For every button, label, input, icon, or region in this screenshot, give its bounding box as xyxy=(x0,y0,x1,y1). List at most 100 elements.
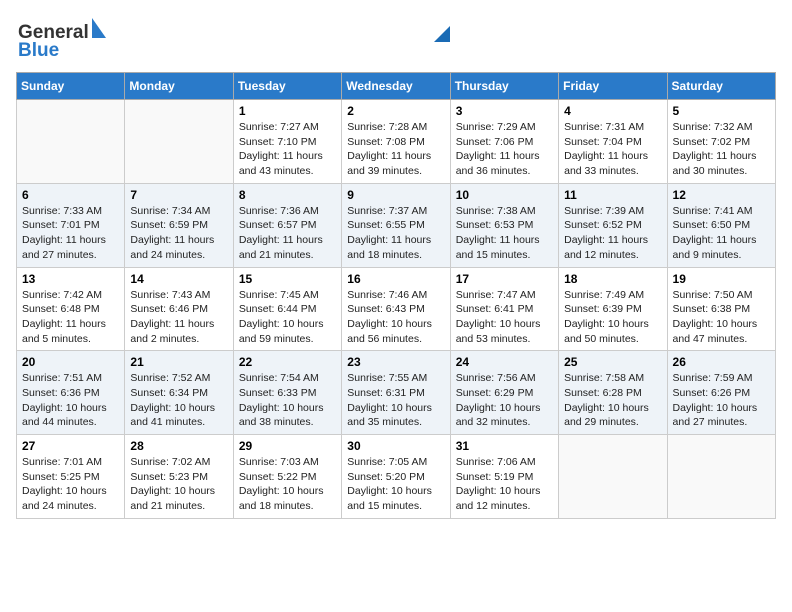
day-number: 1 xyxy=(239,104,336,118)
day-number: 10 xyxy=(456,188,553,202)
calendar-cell: 12 Sunrise: 7:41 AM Sunset: 6:50 PM Dayli… xyxy=(667,183,775,267)
col-tuesday: Tuesday xyxy=(233,73,341,100)
cell-info: Sunrise: 7:03 AM Sunset: 5:22 PM Dayligh… xyxy=(239,455,336,514)
day-number: 17 xyxy=(456,272,553,286)
day-number: 31 xyxy=(456,439,553,453)
calendar-cell: 19 Sunrise: 7:50 AM Sunset: 6:38 PM Dayli… xyxy=(667,267,775,351)
day-number: 26 xyxy=(673,355,770,369)
col-monday: Monday xyxy=(125,73,233,100)
cell-info: Sunrise: 7:49 AM Sunset: 6:39 PM Dayligh… xyxy=(564,288,661,347)
cell-info: Sunrise: 7:52 AM Sunset: 6:34 PM Dayligh… xyxy=(130,371,227,430)
day-number: 29 xyxy=(239,439,336,453)
calendar-cell: 25 Sunrise: 7:58 AM Sunset: 6:28 PM Dayli… xyxy=(559,351,667,435)
calendar-cell: 5 Sunrise: 7:32 AM Sunset: 7:02 PM Daylig… xyxy=(667,100,775,184)
day-number: 15 xyxy=(239,272,336,286)
calendar-cell: 4 Sunrise: 7:31 AM Sunset: 7:04 PM Daylig… xyxy=(559,100,667,184)
calendar-cell: 24Sunrise: 7:56 AM Sunset: 6:29 PM Dayli… xyxy=(450,351,558,435)
cell-info: Sunrise: 7:28 AM Sunset: 7:08 PM Dayligh… xyxy=(347,120,444,179)
cell-info: Sunrise: 7:58 AM Sunset: 6:28 PM Dayligh… xyxy=(564,371,661,430)
day-number: 9 xyxy=(347,188,444,202)
day-number: 11 xyxy=(564,188,661,202)
calendar-cell: 11 Sunrise: 7:39 AM Sunset: 6:52 PM Dayli… xyxy=(559,183,667,267)
calendar-cell: 2 Sunrise: 7:28 AM Sunset: 7:08 PM Daylig… xyxy=(342,100,450,184)
day-number: 21 xyxy=(130,355,227,369)
day-number: 7 xyxy=(130,188,227,202)
day-number: 27 xyxy=(22,439,119,453)
cell-info: Sunrise: 7:59 AM Sunset: 6:26 PM Dayligh… xyxy=(673,371,770,430)
cell-info: Sunrise: 7:38 AM Sunset: 6:53 PM Dayligh… xyxy=(456,204,553,263)
day-number: 30 xyxy=(347,439,444,453)
calendar-cell xyxy=(559,435,667,519)
col-wednesday: Wednesday xyxy=(342,73,450,100)
calendar-cell: 22 Sunrise: 7:54 AM Sunset: 6:33 PM Dayli… xyxy=(233,351,341,435)
col-sunday: Sunday xyxy=(17,73,125,100)
day-number: 23 xyxy=(347,355,444,369)
cell-info: Sunrise: 7:39 AM Sunset: 6:52 PM Dayligh… xyxy=(564,204,661,263)
cell-info: Sunrise: 7:41 AM Sunset: 6:50 PM Dayligh… xyxy=(673,204,770,263)
calendar-week-row: 1 Sunrise: 7:27 AM Sunset: 7:10 PM Daylig… xyxy=(17,100,776,184)
day-number: 6 xyxy=(22,188,119,202)
calendar-cell: 14 Sunrise: 7:43 AM Sunset: 6:46 PM Dayli… xyxy=(125,267,233,351)
cell-info: Sunrise: 7:50 AM Sunset: 6:38 PM Dayligh… xyxy=(673,288,770,347)
cell-info: Sunrise: 7:06 AM Sunset: 5:19 PM Dayligh… xyxy=(456,455,553,514)
day-number: 28 xyxy=(130,439,227,453)
day-number: 22 xyxy=(239,355,336,369)
page: General Blue Sunday Monday Tue xyxy=(0,0,792,535)
cell-info: Sunrise: 7:45 AM Sunset: 6:44 PM Dayligh… xyxy=(239,288,336,347)
day-number: 14 xyxy=(130,272,227,286)
cell-info: Sunrise: 7:54 AM Sunset: 6:33 PM Dayligh… xyxy=(239,371,336,430)
calendar-week-row: 20 Sunrise: 7:51 AM Sunset: 6:36 PM Dayli… xyxy=(17,351,776,435)
calendar-table: Sunday Monday Tuesday Wednesday Thursday… xyxy=(16,72,776,519)
svg-text:Blue: Blue xyxy=(18,40,59,60)
cell-info: Sunrise: 7:32 AM Sunset: 7:02 PM Dayligh… xyxy=(673,120,770,179)
cell-info: Sunrise: 7:01 AM Sunset: 5:25 PM Dayligh… xyxy=(22,455,119,514)
cell-info: Sunrise: 7:33 AM Sunset: 7:01 PM Dayligh… xyxy=(22,204,119,263)
calendar-cell: 27 Sunrise: 7:01 AM Sunset: 5:25 PM Dayli… xyxy=(17,435,125,519)
day-number: 5 xyxy=(673,104,770,118)
day-number: 25 xyxy=(564,355,661,369)
calendar-cell: 29 Sunrise: 7:03 AM Sunset: 5:22 PM Dayli… xyxy=(233,435,341,519)
calendar-cell: 6 Sunrise: 7:33 AM Sunset: 7:01 PM Daylig… xyxy=(17,183,125,267)
calendar-header-row: Sunday Monday Tuesday Wednesday Thursday… xyxy=(17,73,776,100)
calendar-week-row: 27 Sunrise: 7:01 AM Sunset: 5:25 PM Dayli… xyxy=(17,435,776,519)
day-number: 13 xyxy=(22,272,119,286)
calendar-cell xyxy=(667,435,775,519)
day-number: 2 xyxy=(347,104,444,118)
calendar-cell: 7Sunrise: 7:34 AM Sunset: 6:59 PM Daylig… xyxy=(125,183,233,267)
calendar-week-row: 6 Sunrise: 7:33 AM Sunset: 7:01 PM Daylig… xyxy=(17,183,776,267)
calendar-cell: 10 Sunrise: 7:38 AM Sunset: 6:53 PM Dayli… xyxy=(450,183,558,267)
calendar-cell xyxy=(17,100,125,184)
cell-info: Sunrise: 7:55 AM Sunset: 6:31 PM Dayligh… xyxy=(347,371,444,430)
day-number: 12 xyxy=(673,188,770,202)
header: General Blue xyxy=(16,16,776,60)
cell-info: Sunrise: 7:31 AM Sunset: 7:04 PM Dayligh… xyxy=(564,120,661,179)
calendar-cell: 1 Sunrise: 7:27 AM Sunset: 7:10 PM Daylig… xyxy=(233,100,341,184)
calendar-cell: 9Sunrise: 7:37 AM Sunset: 6:55 PM Daylig… xyxy=(342,183,450,267)
calendar-cell: 30 Sunrise: 7:05 AM Sunset: 5:20 PM Dayli… xyxy=(342,435,450,519)
cell-info: Sunrise: 7:43 AM Sunset: 6:46 PM Dayligh… xyxy=(130,288,227,347)
cell-info: Sunrise: 7:27 AM Sunset: 7:10 PM Dayligh… xyxy=(239,120,336,179)
cell-info: Sunrise: 7:29 AM Sunset: 7:06 PM Dayligh… xyxy=(456,120,553,179)
calendar-cell: 23 Sunrise: 7:55 AM Sunset: 6:31 PM Dayli… xyxy=(342,351,450,435)
calendar-cell: 31 Sunrise: 7:06 AM Sunset: 5:19 PM Dayli… xyxy=(450,435,558,519)
cell-info: Sunrise: 7:56 AM Sunset: 6:29 PM Dayligh… xyxy=(456,371,553,430)
col-saturday: Saturday xyxy=(667,73,775,100)
cell-info: Sunrise: 7:05 AM Sunset: 5:20 PM Dayligh… xyxy=(347,455,444,514)
day-number: 20 xyxy=(22,355,119,369)
col-friday: Friday xyxy=(559,73,667,100)
cell-info: Sunrise: 7:42 AM Sunset: 6:48 PM Dayligh… xyxy=(22,288,119,347)
cell-info: Sunrise: 7:02 AM Sunset: 5:23 PM Dayligh… xyxy=(130,455,227,514)
calendar-cell xyxy=(125,100,233,184)
calendar-cell: 17Sunrise: 7:47 AM Sunset: 6:41 PM Dayli… xyxy=(450,267,558,351)
day-number: 3 xyxy=(456,104,553,118)
calendar-cell: 3 Sunrise: 7:29 AM Sunset: 7:06 PM Daylig… xyxy=(450,100,558,184)
calendar-cell: 15 Sunrise: 7:45 AM Sunset: 6:44 PM Dayli… xyxy=(233,267,341,351)
day-number: 18 xyxy=(564,272,661,286)
cell-info: Sunrise: 7:51 AM Sunset: 6:36 PM Dayligh… xyxy=(22,371,119,430)
day-number: 16 xyxy=(347,272,444,286)
day-number: 4 xyxy=(564,104,661,118)
calendar-week-row: 13 Sunrise: 7:42 AM Sunset: 6:48 PM Dayli… xyxy=(17,267,776,351)
day-number: 19 xyxy=(673,272,770,286)
day-number: 8 xyxy=(239,188,336,202)
cell-info: Sunrise: 7:36 AM Sunset: 6:57 PM Dayligh… xyxy=(239,204,336,263)
